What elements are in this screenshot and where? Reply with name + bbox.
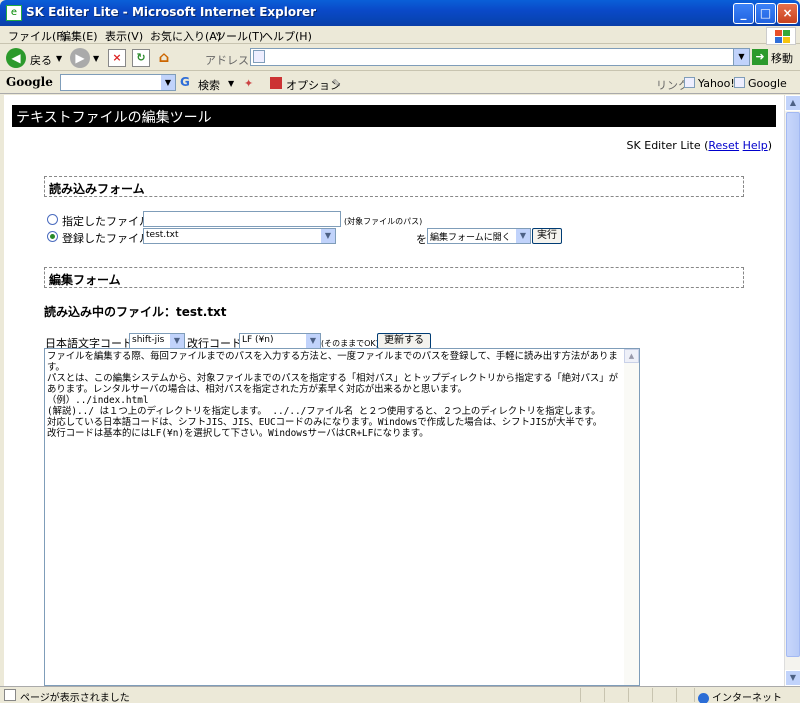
page-banner: テキストファイルの編集ツール [12,105,776,127]
update-button[interactable]: 更新する [377,333,431,349]
menu-edit[interactable]: 編集(E) [60,28,98,44]
scrollbar-thumb[interactable] [786,112,800,657]
app-icon: e [6,5,22,21]
credit-suffix: ) [767,139,772,152]
google-link-icon [734,77,745,88]
chevron-down-icon: ▼ [321,229,335,243]
options-icon[interactable] [270,77,282,89]
title-bar: e SK Editer Lite - Microsoft Internet Ex… [0,0,800,26]
read-form-heading: 読み込みフォーム [44,176,744,197]
go-arrow-icon: ➜ [752,49,768,65]
chevron-down-icon: ▼ [516,229,530,243]
address-dropdown-icon[interactable]: ▼ [733,49,749,65]
reset-link[interactable]: Reset [708,139,739,152]
specified-file-label: 指定したファイル [62,215,150,228]
stop-icon[interactable]: × [108,49,126,67]
chevron-down-icon: ▼ [306,334,320,348]
registered-file-label: 登録したファイル [62,232,150,245]
page-viewport: テキストファイルの編集ツール SK Editer Lite (Reset Hel… [4,95,784,686]
globe-icon [698,692,709,703]
minimize-button[interactable]: _ [733,3,754,24]
google-search-dropdown-icon[interactable]: ▼ [161,75,175,90]
menu-help[interactable]: ヘルプ(H) [262,28,312,44]
scroll-down-icon[interactable]: ▼ [785,670,800,686]
action-select-value: 編集フォームに開く [430,233,511,243]
menu-file[interactable]: ファイル(F) [8,28,67,44]
refresh-icon[interactable]: ↻ [132,49,150,67]
edit-form-heading: 編集フォーム [44,267,744,288]
google-search-button[interactable]: 検索 [198,77,220,93]
back-dropdown-icon[interactable]: ▼ [56,54,62,63]
home-icon[interactable]: ⌂ [155,49,173,67]
file-content-textarea[interactable]: ファイルを編集する際、毎回ファイルまでのパスを入力する方法と、一度ファイルまでの… [44,348,640,686]
help-link[interactable]: Help [743,139,768,152]
registered-file-radio[interactable] [47,231,58,242]
action-select[interactable]: 編集フォームに開く ▼ [427,228,531,244]
window-title: SK Editer Lite - Microsoft Internet Expl… [26,5,317,19]
security-zone: インターネット [698,689,782,703]
google-logo[interactable]: Google [6,75,53,89]
menu-bar: ファイル(F) 編集(E) 表示(V) お気に入り(A) ツール(T) ヘルプ(… [0,26,800,44]
menu-tools[interactable]: ツール(T) [215,28,263,44]
windows-logo-icon [766,27,796,45]
menu-view[interactable]: 表示(V) [105,28,143,44]
google-search-input[interactable]: ▼ [60,74,176,91]
charset-select[interactable]: shift-jis ▼ [129,333,185,349]
menu-favorites[interactable]: お気に入り(A) [150,28,221,44]
newline-select[interactable]: LF (¥n) ▼ [239,333,321,349]
newline-value: LF (¥n) [242,335,274,345]
maximize-button[interactable]: □ [755,3,776,24]
specified-file-input[interactable] [143,211,341,227]
google-g-icon[interactable]: G [180,75,190,89]
target-path-hint: (対象ファイルのパス) [344,217,423,226]
link-google[interactable]: Google [748,77,787,90]
google-toolbar: Google ▼ G 検索 ▼ ✦ オプション ✎ リンク Yahoo! Goo… [0,72,800,94]
page-done-icon [4,689,16,701]
scroll-up-icon[interactable]: ▲ [785,95,800,111]
credit-line: SK Editer Lite (Reset Help) [627,139,772,152]
pagerank-icon[interactable]: ✦ [244,77,253,90]
registered-file-value: test.txt [146,230,179,240]
forward-icon[interactable]: ▶ [70,48,90,68]
execute-button[interactable]: 実行 [532,228,562,244]
textarea-scrollbar[interactable]: ▲ [624,349,639,685]
back-label[interactable]: 戻る [30,52,52,68]
chevron-down-icon: ▼ [170,334,184,348]
specified-file-radio[interactable] [47,214,58,225]
credit-prefix: SK Editer Lite ( [626,139,709,152]
address-input[interactable]: ▼ [250,48,750,66]
charset-value: shift-jis [132,335,165,345]
yahoo-link-icon [684,77,695,88]
page-icon [253,50,265,63]
page-scrollbar[interactable]: ▲ ▼ [784,95,800,686]
status-text: ページが表示されました [20,693,130,703]
registered-file-select[interactable]: test.txt ▼ [143,228,336,244]
pencil-icon[interactable]: ✎ [332,77,341,90]
zone-label: インターネット [712,693,782,703]
forward-dropdown-icon[interactable]: ▼ [93,54,99,63]
back-icon[interactable]: ◀ [6,48,26,68]
google-search-dropdown-icon[interactable]: ▼ [228,79,234,88]
close-button[interactable]: × [777,3,798,24]
go-label: 移動 [771,52,793,65]
go-button[interactable]: ➜ 移動 [752,48,798,66]
wo-label: を [416,233,427,246]
scroll-up-icon[interactable]: ▲ [624,349,639,363]
loading-file-heading: 読み込み中のファイル：test.txt [44,305,227,319]
status-bar: ページが表示されました インターネット [0,686,800,703]
link-yahoo[interactable]: Yahoo! [698,77,735,90]
